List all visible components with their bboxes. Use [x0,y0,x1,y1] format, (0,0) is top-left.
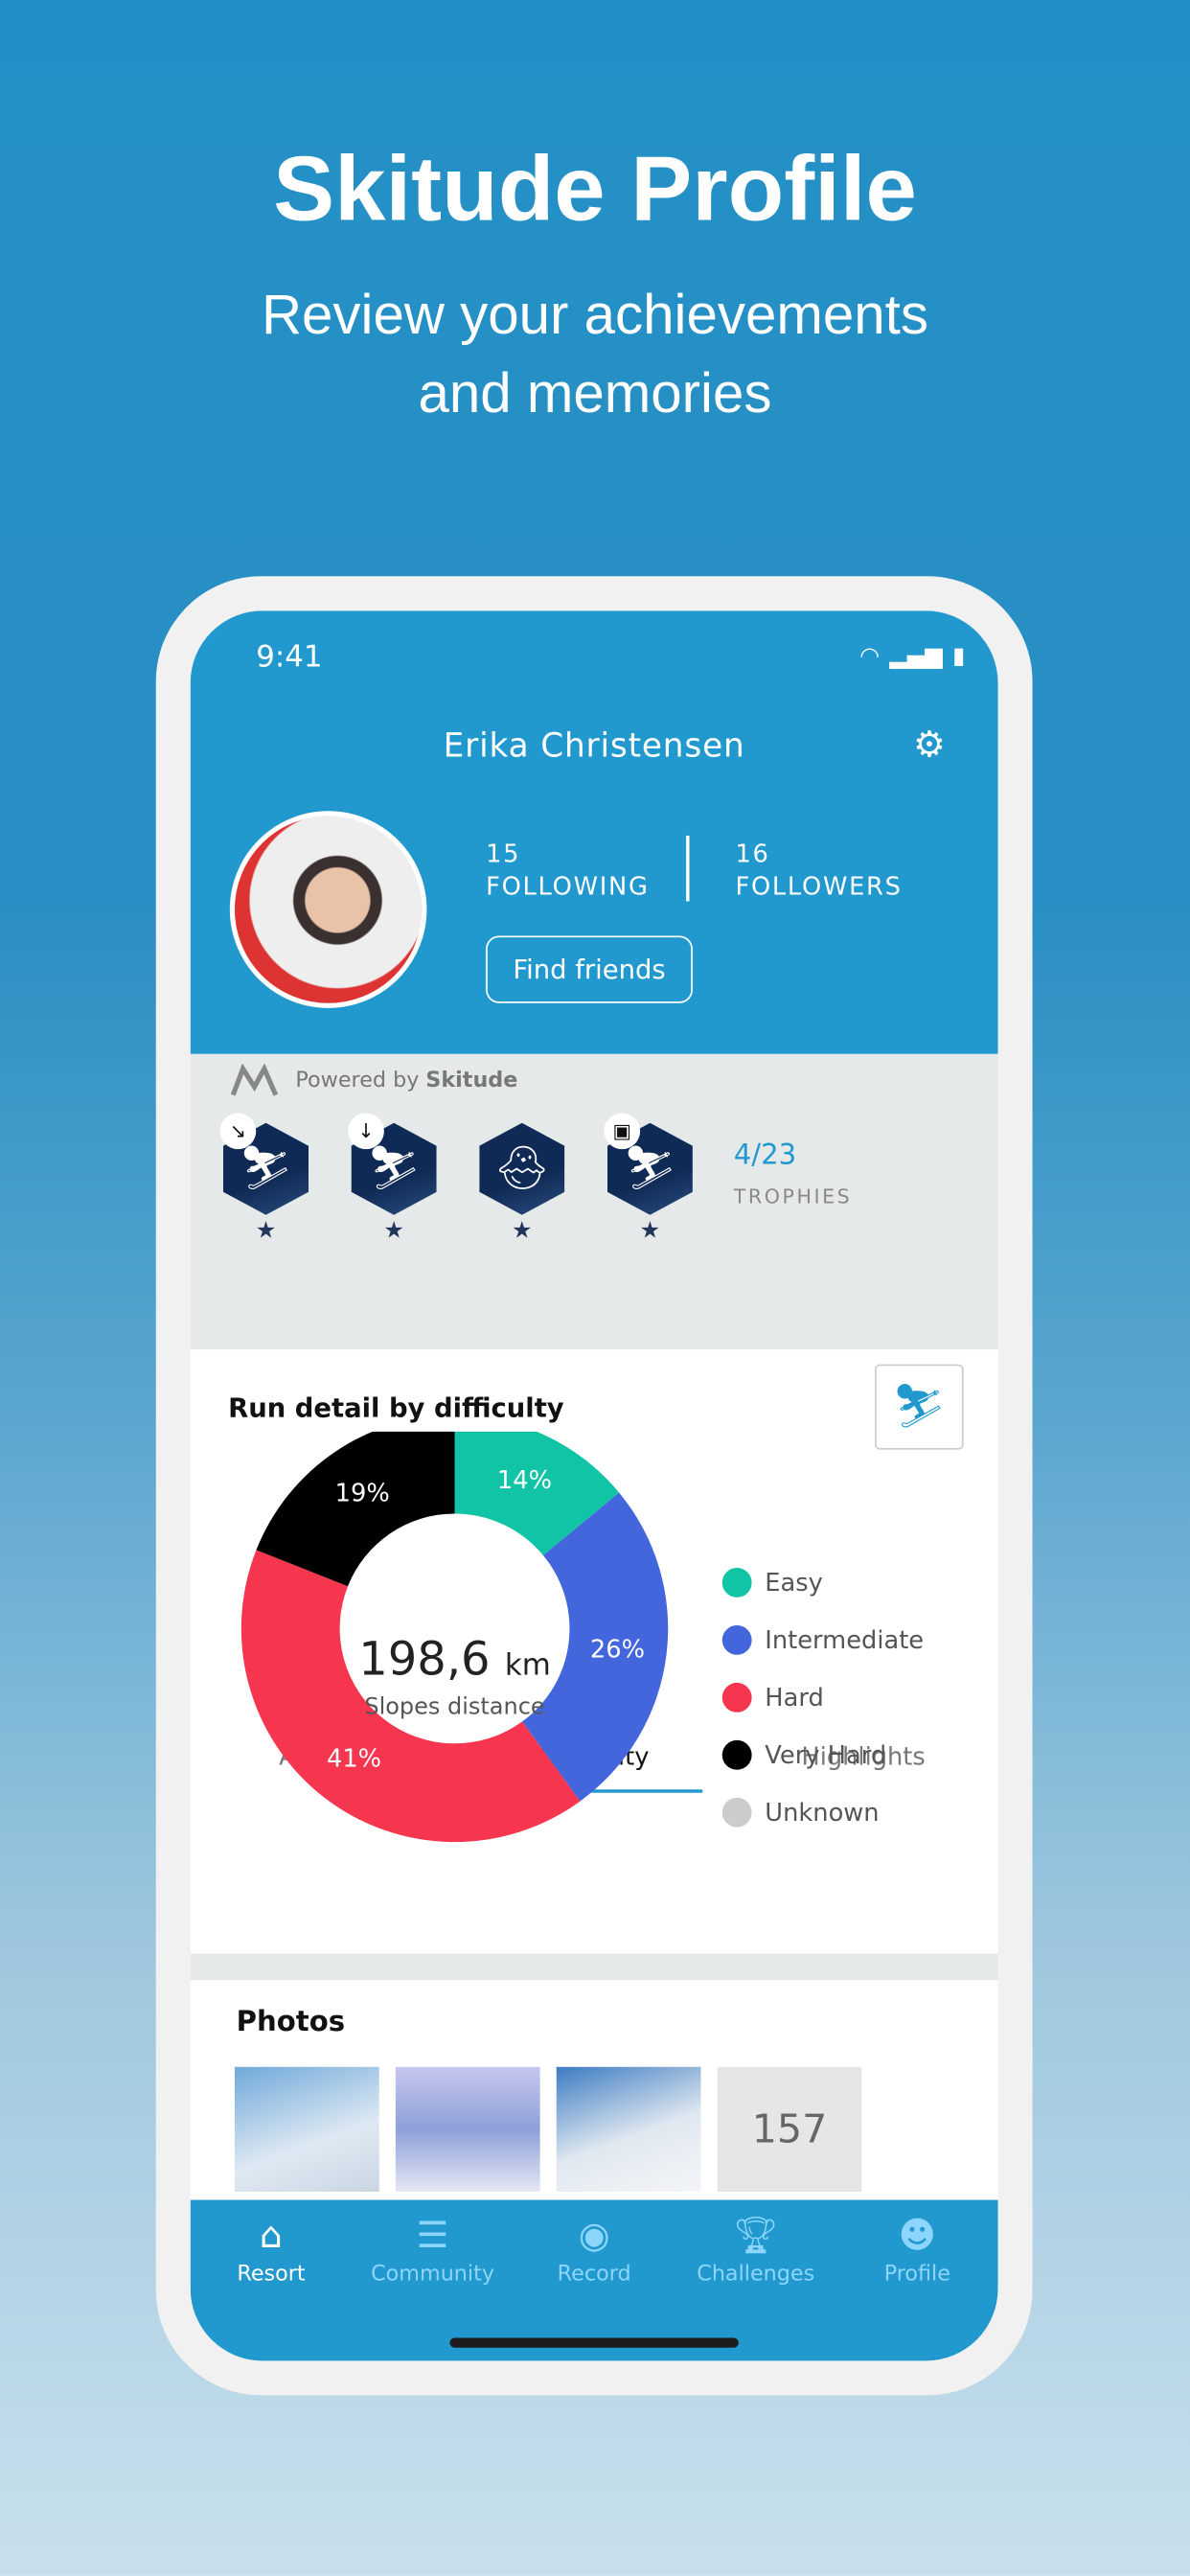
home-indicator [449,2337,739,2348]
following-count: 15 [486,839,521,869]
badge-modifier-icon: ↘ [219,1113,257,1150]
photo-thumbnail[interactable] [234,2066,379,2192]
trophy-badge[interactable]: ⛷ ↓ ★ [348,1113,437,1245]
distance-unit: km [504,1647,551,1683]
profile-header: 9:41 ◠ ▂▄▆ ▮ Erika Christensen ⚙ 15 FOLLOWI… [190,610,998,1054]
legend-item: Easy [721,1553,924,1611]
slice-label: 14% [497,1466,552,1495]
legend-swatch [721,1567,752,1597]
legend-swatch [721,1624,752,1654]
center-label: Slopes distance [364,1693,545,1721]
profile-icon: ☻ [898,2216,936,2258]
skier-icon: ⛷ [366,1144,422,1194]
nav-label: Community [371,2262,495,2288]
nav-label: Challenges [697,2262,815,2288]
status-time: 9:41 [256,640,323,676]
followers-stat[interactable]: 16 FOLLOWERS [735,838,902,904]
battery-icon: ▮ [952,643,966,670]
wifi-icon: ◠ [859,643,881,670]
trophy-icon: 🏆︎ [732,2216,779,2258]
legend-item: Very Hard [721,1725,924,1782]
skier-icon: ⛷ [239,1144,293,1194]
record-icon: ◉ [578,2216,610,2258]
star-icon: ★ [383,1218,404,1245]
photo-thumbnail[interactable] [556,2066,701,2192]
followers-label: FOLLOWERS [735,871,903,902]
skier-icon: ⛷ [892,1382,947,1432]
divider [686,835,690,902]
signal-icon: ▂▄▆ [889,643,943,670]
badge-hexagon: 🐣︎ [479,1122,565,1215]
nav-label: Resort [237,2262,306,2288]
badge-modifier-icon: ↓ [348,1113,384,1150]
skier-icon: ⛷ [623,1144,677,1194]
legend-item: Hard [721,1668,924,1726]
trophy-badges: ⛷ ↘ ★ ⛷ ↓ ★ 🐣︎ ★ ⛷ ▣ ★ [219,1113,693,1245]
find-friends-button[interactable]: Find friends [486,935,693,1003]
profile-name: Erika Christensen [443,725,745,766]
status-icons: ◠ ▂▄▆ ▮ [859,644,965,670]
powered-prefix: Powered by [295,1068,420,1093]
chart-title: Run detail by difficulty [228,1392,564,1424]
following-label: FOLLOWING [486,871,650,902]
legend-swatch [721,1739,752,1769]
section-separator [190,1953,998,1980]
list-icon: ☰ [416,2216,449,2258]
following-stat[interactable]: 15 FOLLOWING [486,838,650,904]
user-settings-icon[interactable]: ⚙ [913,725,946,767]
trophy-count[interactable]: 4/23 [734,1139,796,1172]
hero-subtitle: Review your achievements and memories [0,276,1190,433]
bottom-nav: ⌂ Resort ☰ Community ◉ Record 🏆︎ Challenges … [190,2199,998,2361]
legend-label: Unknown [765,1796,880,1827]
hero-subtitle-line: and memories [418,362,772,426]
trophies-section: Powered by Skitude ⛷ ↘ ★ ⛷ ↓ ★ 🐣︎ ★ ⛷ ▣ ★ 4/23 TROP… [190,1053,998,1793]
app-store-screenshot: Skitude Profile Review your achievements… [0,0,1190,2576]
trophy-badge[interactable]: ⛷ ▣ ★ [604,1113,693,1245]
trophy-label: TROPHIES [733,1184,853,1208]
hero-title: Skitude Profile [273,136,917,241]
nav-label: Profile [883,2262,950,2288]
slice-label: 19% [335,1479,390,1507]
followers-count: 16 [735,839,770,869]
badge-modifier-icon: ▣ [604,1113,641,1150]
nav-label: Record [557,2262,631,2288]
legend-label: Easy [765,1567,823,1597]
phone-frame: 9:41 ◠ ▂▄▆ ▮ Erika Christensen ⚙ 15 FOLLOWI… [155,576,1033,2396]
legend-label: Hard [765,1682,824,1712]
more-photos-button[interactable]: 157 [717,2066,862,2192]
trophy-badge[interactable]: 🐣︎ ★ [479,1122,565,1245]
hero-subtitle-line: Review your achievements [261,284,928,347]
chick-icon: 🐣︎ [494,1144,550,1194]
photo-thumbnail[interactable] [395,2066,540,2192]
star-icon: ★ [255,1218,277,1245]
chart-legend: Easy Intermediate Hard Very Hard Unknown [721,1553,925,1841]
powered-brand: Skitude [425,1068,518,1093]
skitude-logo-icon [230,1064,279,1096]
nav-profile[interactable]: ☻ Profile [836,2217,998,2361]
center-value: 198,6 km [289,1632,621,1687]
legend-item: Unknown [721,1782,924,1840]
powered-by: Powered by Skitude [230,1064,518,1096]
trophy-badge[interactable]: ⛷ ↘ ★ [219,1113,309,1245]
home-icon: ⌂ [260,2216,283,2258]
legend-swatch [721,1796,752,1827]
avatar[interactable] [229,811,427,1008]
legend-label: Very Hard [765,1739,887,1769]
legend-item: Intermediate [721,1611,925,1668]
photos-title: Photos [236,2006,346,2039]
legend-swatch [721,1682,752,1712]
star-icon: ★ [639,1218,661,1245]
legend-label: Intermediate [765,1624,925,1654]
distance-value: 198,6 [358,1631,491,1687]
nav-resort[interactable]: ⌂ Resort [191,2217,353,2361]
star-icon: ★ [512,1218,533,1245]
ski-filter-button[interactable]: ⛷ [875,1364,964,1450]
phone-screen: 9:41 ◠ ▂▄▆ ▮ Erika Christensen ⚙ 15 FOLLOWI… [190,610,998,2361]
slice-label: 41% [327,1744,381,1773]
photo-strip: 157 [234,2066,862,2192]
